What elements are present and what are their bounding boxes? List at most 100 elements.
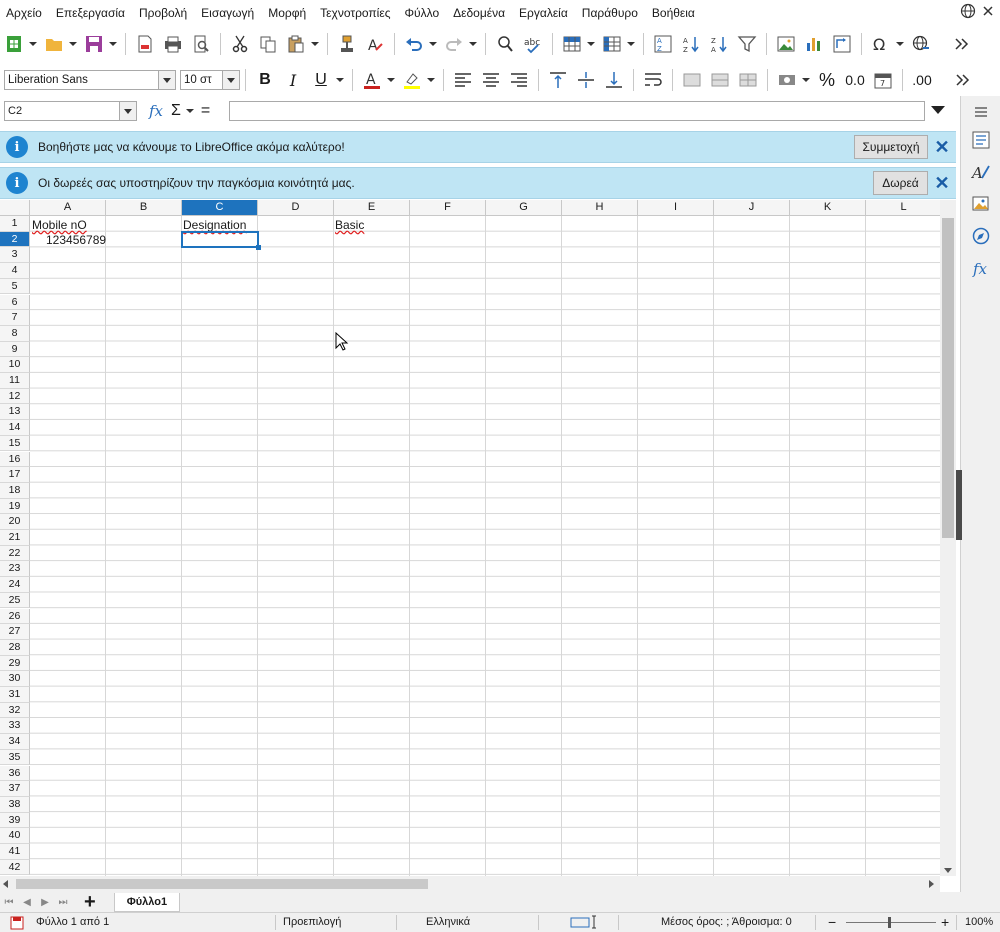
spelling-icon[interactable]: abc: [521, 32, 545, 56]
formula-equals-icon[interactable]: =: [201, 102, 210, 120]
scroll-right-arrow[interactable]: [929, 880, 934, 888]
select-all-corner[interactable]: [0, 200, 30, 216]
row-header[interactable]: 20: [0, 514, 30, 530]
wrap-text-icon[interactable]: [641, 68, 665, 92]
vertical-scrollbar[interactable]: [940, 200, 956, 876]
row-header[interactable]: 13: [0, 404, 30, 421]
merge-cells-icon[interactable]: [708, 68, 732, 92]
cut-icon[interactable]: [228, 32, 252, 56]
menu-edit[interactable]: Επεξεργασία: [49, 0, 132, 26]
undo-dropdown-arrow[interactable]: [428, 32, 438, 56]
cell-a2[interactable]: 123456789: [46, 233, 106, 248]
row-header[interactable]: 33: [0, 718, 30, 735]
row-header[interactable]: 1: [0, 216, 30, 232]
document-modified-icon[interactable]: [10, 916, 24, 930]
next-sheet-icon[interactable]: ▶: [36, 893, 54, 911]
zoom-out-icon[interactable]: −: [828, 914, 836, 930]
sidebar-resize-grip[interactable]: [956, 470, 962, 540]
menu-styles[interactable]: Τεχνοτροπίες: [313, 0, 397, 26]
column-header[interactable]: B: [106, 200, 182, 216]
sort-icon[interactable]: AZ: [651, 32, 675, 56]
menu-format[interactable]: Μορφή: [261, 0, 313, 26]
vertical-scroll-thumb[interactable]: [942, 218, 954, 538]
redo-icon[interactable]: [442, 32, 466, 56]
save-dropdown-arrow[interactable]: [108, 32, 118, 56]
formula-input[interactable]: [229, 101, 925, 121]
scroll-left-arrow[interactable]: [3, 880, 8, 888]
autofilter-icon[interactable]: [735, 32, 759, 56]
row-header[interactable]: 23: [0, 561, 30, 578]
menu-data[interactable]: Δεδομένα: [446, 0, 512, 26]
horizontal-scroll-thumb[interactable]: [16, 879, 428, 889]
column-header[interactable]: G: [486, 200, 562, 216]
close-icon[interactable]: ✕: [934, 174, 950, 192]
italic-button[interactable]: I: [281, 68, 305, 92]
underline-dropdown-arrow[interactable]: [335, 68, 345, 92]
row-header[interactable]: 11: [0, 373, 30, 389]
sort-ascending-icon[interactable]: AZ: [679, 32, 703, 56]
column-header[interactable]: I: [638, 200, 714, 216]
bold-button[interactable]: B: [253, 68, 277, 92]
row-icon[interactable]: [560, 32, 584, 56]
row-header[interactable]: 2: [0, 231, 30, 248]
row-header[interactable]: 34: [0, 734, 30, 750]
row-header[interactable]: 36: [0, 765, 30, 782]
redo-dropdown-arrow[interactable]: [468, 32, 478, 56]
date-format-icon[interactable]: 7: [871, 68, 895, 92]
row-header[interactable]: 8: [0, 325, 30, 342]
row-header[interactable]: 35: [0, 749, 30, 766]
print-preview-icon[interactable]: [189, 32, 213, 56]
menu-insert[interactable]: Εισαγωγή: [194, 0, 261, 26]
get-involved-button[interactable]: Συμμετοχή: [854, 135, 928, 159]
special-character-dropdown-arrow[interactable]: [895, 32, 905, 56]
clear-formatting-icon[interactable]: A: [363, 32, 387, 56]
row-header[interactable]: 17: [0, 467, 30, 483]
undo-icon[interactable]: [402, 32, 426, 56]
language[interactable]: Ελληνικά: [426, 916, 470, 928]
row-header[interactable]: 41: [0, 844, 30, 860]
previous-sheet-icon[interactable]: ◀: [18, 893, 36, 911]
column-icon[interactable]: [600, 32, 624, 56]
functions-icon[interactable]: fx: [967, 254, 995, 282]
more-formatting-icon[interactable]: [950, 68, 974, 92]
underline-button[interactable]: U: [309, 68, 333, 92]
clone-formatting-icon[interactable]: [335, 32, 359, 56]
row-header[interactable]: 29: [0, 655, 30, 672]
menu-file[interactable]: Αρχείο: [0, 0, 49, 26]
properties-icon[interactable]: [967, 126, 995, 154]
row-header[interactable]: 31: [0, 687, 30, 703]
page-style[interactable]: Προεπιλογή: [283, 916, 341, 928]
align-center-icon[interactable]: [479, 68, 503, 92]
horizontal-scrollbar[interactable]: [0, 876, 940, 892]
row-header[interactable]: 24: [0, 577, 30, 593]
cell-a1[interactable]: Mobile nO: [32, 218, 87, 233]
row-header[interactable]: 39: [0, 812, 30, 829]
align-left-icon[interactable]: [451, 68, 475, 92]
sum-icon[interactable]: Σ: [171, 102, 181, 120]
font-name-combo[interactable]: Liberation Sans: [4, 70, 176, 90]
insert-chart-icon[interactable]: [802, 32, 826, 56]
name-box[interactable]: C2: [4, 101, 137, 121]
save-icon[interactable]: [82, 32, 106, 56]
selection-statistics[interactable]: Μέσος όρος: ; Άθροισμα: 0: [661, 916, 792, 928]
row-header[interactable]: 26: [0, 608, 30, 625]
add-decimal-button[interactable]: .00: [910, 68, 934, 92]
menu-window[interactable]: Παράθυρο: [575, 0, 645, 26]
close-icon[interactable]: ✕: [934, 138, 950, 156]
row-header[interactable]: 9: [0, 341, 30, 358]
last-sheet-icon[interactable]: ⏭: [54, 893, 72, 911]
export-pdf-icon[interactable]: [133, 32, 157, 56]
font-color-icon[interactable]: A: [360, 68, 384, 92]
copy-icon[interactable]: [256, 32, 280, 56]
sidebar-menu-icon[interactable]: [967, 102, 995, 122]
percent-format-button[interactable]: %: [815, 68, 839, 92]
menu-tools[interactable]: Εργαλεία: [512, 0, 575, 26]
first-sheet-icon[interactable]: ⏮: [0, 893, 18, 911]
donate-button[interactable]: Δωρεά: [873, 171, 928, 195]
row-header[interactable]: 42: [0, 859, 30, 876]
currency-format-icon[interactable]: [775, 68, 799, 92]
row-header[interactable]: 27: [0, 624, 30, 640]
row-header[interactable]: 12: [0, 388, 30, 405]
background-color-icon[interactable]: [400, 68, 424, 92]
row-header[interactable]: 40: [0, 828, 30, 844]
